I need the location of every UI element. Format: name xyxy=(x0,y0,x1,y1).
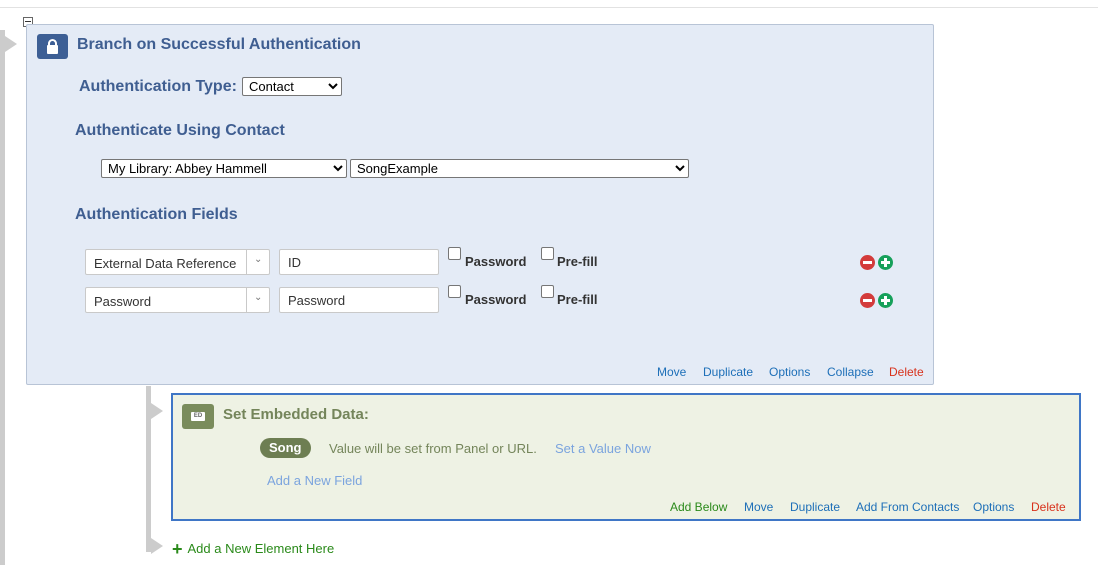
prefill-checkbox-label: Pre-fill xyxy=(557,254,598,269)
field-type-dropdown[interactable]: Password ⌄ xyxy=(85,287,270,313)
block-title: Set Embedded Data: xyxy=(223,406,369,423)
options-link[interactable]: Options xyxy=(973,500,1014,514)
embedded-data-icon: ED xyxy=(182,404,214,429)
flow-arrow-icon xyxy=(151,538,163,554)
block-title: Branch on Successful Authentication xyxy=(77,36,361,53)
auth-field-row: External Data Reference ⌄ Password Pre-f… xyxy=(85,247,905,275)
add-below-link[interactable]: Add Below xyxy=(670,500,727,514)
delete-link[interactable]: Delete xyxy=(889,365,924,379)
add-field-icon[interactable] xyxy=(878,293,893,308)
add-field-icon[interactable] xyxy=(878,255,893,270)
prefill-checkbox[interactable] xyxy=(541,247,554,260)
password-checkbox-label: Password xyxy=(465,292,527,307)
chevron-down-icon: ⌄ xyxy=(254,292,263,303)
duplicate-link[interactable]: Duplicate xyxy=(703,365,753,379)
add-new-element-button[interactable]: + Add a New Element Here xyxy=(172,538,335,559)
add-new-element-label: Add a New Element Here xyxy=(187,541,335,556)
password-checkbox[interactable] xyxy=(448,247,461,260)
plus-icon: + xyxy=(172,538,183,559)
set-value-link[interactable]: Set a Value Now xyxy=(555,441,651,456)
auth-type-label: Authentication Type: xyxy=(79,78,237,95)
authenticator-block: Branch on Successful Authentication Auth… xyxy=(26,24,934,385)
duplicate-link[interactable]: Duplicate xyxy=(790,500,840,514)
field-value-input[interactable] xyxy=(279,287,439,313)
auth-field-row: Password ⌄ Password Pre-fill xyxy=(85,285,905,313)
prefill-checkbox[interactable] xyxy=(541,285,554,298)
lock-icon xyxy=(37,34,68,59)
embedded-value-text: Value will be set from Panel or URL. xyxy=(329,441,537,456)
field-value-input[interactable] xyxy=(279,249,439,275)
dropdown-divider xyxy=(246,250,247,274)
field-type-dropdown[interactable]: External Data Reference ⌄ xyxy=(85,249,270,275)
password-checkbox-label: Password xyxy=(465,254,527,269)
chevron-down-icon: ⌄ xyxy=(254,254,263,265)
flow-connector-line xyxy=(0,30,5,565)
field-type-value: External Data Reference xyxy=(94,256,237,271)
using-contact-heading: Authenticate Using Contact xyxy=(75,122,285,139)
embedded-data-block: ED Set Embedded Data: Song Value will be… xyxy=(171,393,1081,521)
field-type-value: Password xyxy=(94,294,152,309)
add-from-contacts-link[interactable]: Add From Contacts xyxy=(856,500,959,514)
flow-arrow-icon xyxy=(151,403,163,419)
auth-fields-heading: Authentication Fields xyxy=(75,206,238,223)
prefill-checkbox-label: Pre-fill xyxy=(557,292,598,307)
flow-arrow-icon xyxy=(5,36,17,52)
move-link[interactable]: Move xyxy=(657,365,686,379)
delete-link[interactable]: Delete xyxy=(1031,500,1066,514)
options-link[interactable]: Options xyxy=(769,365,810,379)
contact-list-select[interactable]: SongExample xyxy=(350,159,689,178)
remove-field-icon[interactable] xyxy=(860,255,875,270)
add-new-field-link[interactable]: Add a New Field xyxy=(267,473,362,488)
remove-field-icon[interactable] xyxy=(860,293,875,308)
dropdown-divider xyxy=(246,288,247,312)
library-select[interactable]: My Library: Abbey Hammell xyxy=(101,159,347,178)
top-divider xyxy=(0,7,1098,8)
password-checkbox[interactable] xyxy=(448,285,461,298)
embedded-field-name[interactable]: Song xyxy=(260,438,311,458)
move-link[interactable]: Move xyxy=(744,500,773,514)
auth-type-select[interactable]: Contact xyxy=(242,77,342,96)
collapse-link[interactable]: Collapse xyxy=(827,365,874,379)
